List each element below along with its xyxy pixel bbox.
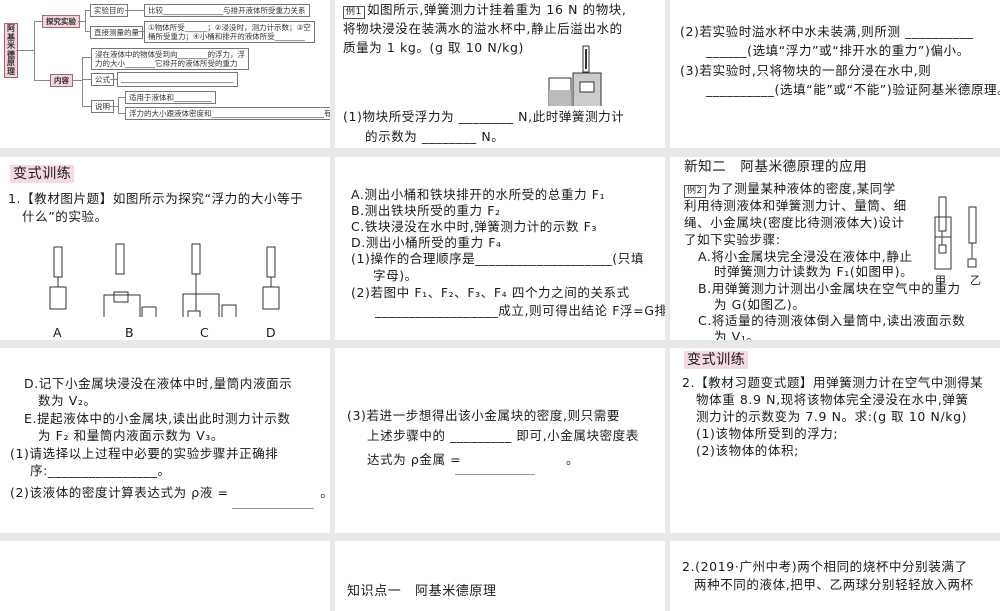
- slide-8-question-3[interactable]: (3)若进一步想得出该小金属块的密度,则只需要 上述步骤中的 _________…: [335, 348, 665, 533]
- slide-3-questions[interactable]: (2)若实验时溢水杯中水未装满,则所测 __________ ______(选填…: [670, 0, 1000, 148]
- step-d-line-2: 数为 V₂。: [38, 393, 97, 408]
- tag-text: 变式训练: [10, 165, 75, 183]
- question-2: (2)该液体的密度计算表达式为 ρ液 = 。: [10, 485, 330, 500]
- mindmap-note-1: 适用于液体和__________: [125, 91, 216, 104]
- mindmap-purpose-label: 实验目的: [90, 4, 128, 17]
- text: 为了测量某种液体的密度,某同学: [707, 181, 896, 196]
- figure-label-c: C: [200, 325, 210, 340]
- tag-text: 变式训练: [684, 351, 749, 369]
- content-line-2: 力的大小________它排开的液体所受的重力: [95, 59, 238, 68]
- overflow-cup-figure: [548, 45, 602, 106]
- problem-1-line-2: 什么”的实验。: [22, 209, 108, 224]
- mindmap-content: 内容: [50, 74, 73, 87]
- step-a-line-1: A.将小金属块完全浸没在液体中,静止: [698, 249, 913, 264]
- slide-5-steps[interactable]: A.测出小桶和铁块排开的水所受的总重力 F₁ B.测出铁块所受的重力 F₂ C.…: [335, 157, 665, 340]
- example-2-line-3: 绳、小金属块(密度比待测液体大)设计: [684, 215, 905, 230]
- variant-tag: 变式训练: [684, 351, 749, 369]
- figure-label-b: B: [125, 325, 135, 340]
- example-2-line-2: 利用待测液体和弹簧测力计、量筒、细: [684, 198, 907, 213]
- problem-line-1: 2.(2019·广州中考)两个相同的烧杯中分别装满了: [682, 559, 968, 574]
- variant-tag: 变式训练: [10, 165, 75, 183]
- slide-2-example-1[interactable]: 例1 如图所示,弹簧测力计挂着重为 16 N 的物块, 将物块浸没在装满水的溢水杯…: [335, 0, 665, 148]
- question-1-line-1: (1)操作的合理顺序是____________________(只填: [351, 251, 644, 266]
- step-c-line-1: C.将适量的待测液体倒入量筒中,读出液面示数: [698, 313, 966, 328]
- mindmap-measure-label: 直接测量的量: [90, 26, 143, 39]
- slide-12-problem-2[interactable]: 2.(2019·广州中考)两个相同的烧杯中分别装满了 两种不同的液体,把甲、乙两…: [670, 541, 1000, 611]
- mindmap-purpose-text: 比较________________与排开液体所受重力关系: [144, 4, 310, 17]
- step-b: B.测出铁块所受的重力 F₂: [351, 203, 501, 218]
- problem-1-line-1: 1.【教材图片题】如图所示为探究“浮力的大小等于: [8, 191, 304, 206]
- example-1-line-2: 将物块浸没在装满水的溢水杯中,静止后溢出水的: [343, 21, 623, 36]
- figure-label-a: A: [53, 325, 63, 340]
- problem-2-question-2: (2)该物体的体积;: [696, 443, 799, 458]
- example-1-line-1: 例1 如图所示,弹簧测力计挂着重为 16 N 的物块,: [343, 2, 626, 19]
- section-heading: 新知二 阿基米德原理的应用: [684, 159, 868, 175]
- text: 如图所示,弹簧测力计挂着重为 16 N 的物块,: [366, 2, 627, 17]
- figure-label-jia: 甲: [935, 274, 947, 287]
- step-d-line-1: D.记下小金属块浸没在液体中时,量筒内液面示: [24, 376, 293, 391]
- problem-2-line-1: 2.【教材习题变式题】用弹簧测力计在空气中测得某: [682, 375, 984, 390]
- step-e-line-2: 为 F₂ 和量筒内液面示数为 V₃。: [38, 428, 224, 443]
- measure-line-2: 桶所受重力；④小桶和排开的液体所受________: [148, 32, 305, 41]
- answer-blank: [455, 474, 535, 475]
- example-label: 例2: [684, 185, 706, 198]
- mindmap-explore: 探究实验: [42, 15, 80, 28]
- question-3-line-2: __________(选填“能”或“不能”)验证阿基米德原理。: [706, 82, 1000, 97]
- content-line-1: 浸在液体中的物体受到向________的浮力，浮: [95, 50, 245, 59]
- question-3-line-1: (3)若实验时,只将物块的一部分浸在水中,则: [680, 63, 932, 78]
- problem-2-line-2: 物体重 8.9 N,现将该物体完全浸没在水中,弹簧: [696, 392, 969, 407]
- problem-2-question-1: (1)该物体所受到的浮力;: [696, 426, 839, 441]
- mindmap-note-2: 浮力的大小跟液体密度和_____________________________…: [125, 107, 330, 120]
- question-3-line-1: (3)若进一步想得出该小金属块的密度,则只需要: [347, 408, 620, 423]
- mindmap-formula-text: ______________________________: [117, 72, 238, 87]
- step-e-line-1: E.提起液体中的小金属块,读出此时测力计示数: [24, 411, 291, 426]
- step-b-line-1: B.用弹簧测力计测出小金属块在空气中的重力: [698, 281, 961, 296]
- question-2-line-2: ______(选填“浮力”或“排开水的重力”)偏小。: [706, 43, 970, 58]
- graduated-cylinder-figure: [934, 196, 977, 270]
- question-3-line-3: 达式为 ρ金属 = 。: [367, 452, 580, 467]
- question-1-line-1: (1)请选择以上过程中必要的实验步骤并正确排: [10, 446, 279, 461]
- question-2-line-2: __________________成立,则可得出结论 F浮=G排。: [375, 303, 665, 318]
- question-2-line-1: (2)若实验时溢水杯中水未装满,则所测 __________: [680, 24, 974, 39]
- slide-10[interactable]: [0, 541, 330, 611]
- question-2-line-1: (2)若图中 F₁、F₂、F₃、F₄ 四个力之间的关系式: [351, 285, 630, 300]
- slide-7-steps-continued[interactable]: D.记下小金属块浸没在液体中时,量筒内液面示 数为 V₂。 E.提起液体中的小金…: [0, 348, 330, 533]
- step-d: D.测出小桶所受的重力 F₄: [351, 235, 502, 250]
- mindmap-content-text: 浸在液体中的物体受到向________的浮力，浮 力的大小________它排开…: [91, 48, 249, 70]
- question-1-line-2: 的示数为 ________ N。: [365, 129, 505, 144]
- question-1-line-2: 序:________________。: [30, 463, 171, 478]
- step-c: C.铁块浸没在水中时,弹簧测力计的示数 F₃: [351, 219, 598, 234]
- question-1-line-1: (1)物块所受浮力为 ________ N,此时弹簧测力计: [343, 109, 625, 124]
- slide-9-variant-training-2[interactable]: 变式训练 2.【教材习题变式题】用弹簧测力计在空气中测得某 物体重 8.9 N,…: [670, 348, 1000, 533]
- measure-line-1: ①物体所受______；②浸没时，测力计示数；③空: [148, 23, 311, 32]
- slide-1-mindmap[interactable]: 阿基米德原理 探究实验 实验目的 比较________________与排开液体…: [0, 0, 330, 148]
- slide-11-knowledge-point-1[interactable]: 知识点一 阿基米德原理: [335, 541, 665, 611]
- figure-label-d: D: [266, 325, 277, 340]
- example-1-line-3: 质量为 1 kg。(g 取 10 N/kg): [343, 40, 525, 55]
- step-a-line-2: 时弹簧测力计读数为 F₁(如图甲)。: [714, 264, 914, 279]
- slide-4-variant-training[interactable]: 变式训练 1.【教材图片题】如图所示为探究“浮力的大小等于 什么”的实验。 A …: [0, 157, 330, 340]
- answer-blank: [232, 508, 314, 509]
- figure-label-yi: 乙: [970, 274, 982, 287]
- experiment-figure: [49, 243, 280, 317]
- problem-2-line-3: 测力计的示数变为 7.9 N。求:(g 取 10 N/kg): [696, 409, 968, 424]
- problem-line-2: 两种不同的液体,把甲、乙两球分别轻轻放入两杯: [694, 577, 974, 592]
- question-3-line-2: 上述步骤中的 _________ 即可,小金属块密度表: [367, 428, 639, 443]
- section-heading: 知识点一 阿基米德原理: [347, 584, 497, 599]
- question-1-line-2: 字母)。: [373, 268, 418, 283]
- step-a: A.测出小桶和铁块排开的水所受的总重力 F₁: [351, 187, 606, 202]
- example-2-line-1: 例2 为了测量某种液体的密度,某同学: [684, 181, 896, 198]
- slide-6-new-knowledge-2[interactable]: 新知二 阿基米德原理的应用 例2 为了测量某种液体的密度,某同学 利用待测液体和弹…: [670, 157, 1000, 340]
- example-label: 例1: [343, 6, 365, 19]
- mindmap-measure-text: ①物体所受______；②浸没时，测力计示数；③空 桶所受重力；④小桶和排开的液…: [144, 21, 315, 43]
- example-2-line-4: 了如下实验步骤:: [684, 232, 781, 247]
- step-c-line-2: 为 V₁。: [714, 329, 760, 340]
- step-b-line-2: 为 G(如图乙)。: [714, 297, 806, 312]
